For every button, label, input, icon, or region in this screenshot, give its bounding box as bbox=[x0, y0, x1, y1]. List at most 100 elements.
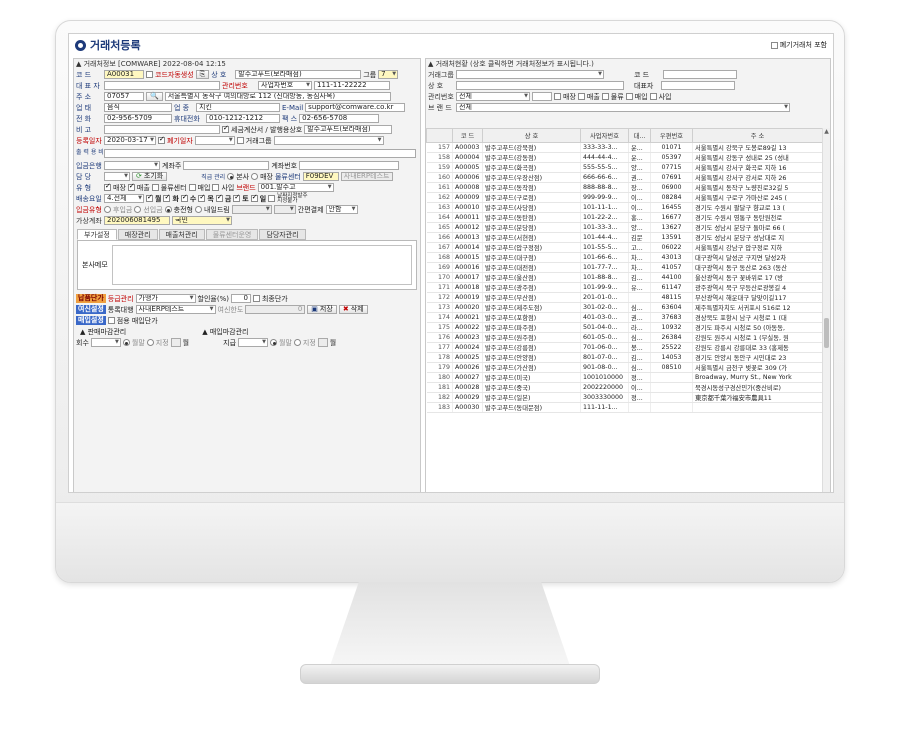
day-check-sat[interactable] bbox=[233, 193, 241, 202]
table-cell[interactable]: 발주고푸드(포항점) bbox=[482, 312, 581, 323]
closedate-checkbox[interactable] bbox=[158, 135, 165, 144]
column-header[interactable]: 대... bbox=[628, 128, 651, 143]
group2-checkbox[interactable] bbox=[236, 137, 244, 144]
table-row[interactable]: 173 A00020 발주고푸드(제주도점) 301-02-0... 심... 63604… bbox=[426, 302, 823, 313]
filter-name-input[interactable] bbox=[456, 81, 624, 90]
filter-group-select[interactable] bbox=[456, 70, 604, 79]
code-input[interactable]: A00031 bbox=[104, 70, 144, 79]
day-select[interactable]: 4.전체 bbox=[104, 194, 144, 203]
table-row[interactable]: 160 A00006 발주고푸드(우장산점) 666-66-6... 권... 07691… bbox=[426, 172, 823, 183]
column-header[interactable]: 상 호 bbox=[482, 128, 581, 143]
column-header[interactable]: 코 드 bbox=[452, 128, 483, 143]
table-cell[interactable]: 발주고푸드(구로점) bbox=[482, 192, 581, 203]
table-cell[interactable]: 발주고푸드(동작점) bbox=[482, 182, 581, 193]
filter-code-input[interactable] bbox=[663, 70, 738, 79]
day-check-sun[interactable] bbox=[250, 193, 258, 202]
table-row[interactable]: 165 A00012 발주고푸드(분당점) 101-33-3... 양... 13627 경… bbox=[426, 222, 823, 233]
closedate-input[interactable] bbox=[194, 136, 235, 145]
center-name-input[interactable]: 사내ERP테스트 bbox=[340, 172, 393, 181]
memo-textarea[interactable] bbox=[111, 245, 412, 285]
table-cell[interactable]: 발주고푸드(서현점) bbox=[482, 232, 581, 243]
filter-check-store[interactable] bbox=[554, 93, 561, 100]
filter-mgmt-input[interactable] bbox=[532, 92, 552, 101]
save-button[interactable]: ▣ 저장 bbox=[307, 305, 337, 314]
account-no-input[interactable] bbox=[299, 161, 400, 170]
sale-radio-day[interactable] bbox=[146, 339, 154, 346]
tab-contact[interactable]: 담당자관리 bbox=[259, 229, 306, 240]
pay-radio-tomorrow[interactable] bbox=[194, 206, 202, 213]
table-row[interactable]: 180 A00027 발주고푸드(미국) 1001010000 정... Broadway… bbox=[426, 372, 823, 383]
scrollbar-thumb[interactable] bbox=[824, 318, 829, 348]
table-row[interactable]: 181 A00028 발주고푸드(중국) 2002220000 이... 북경시동성구경산… bbox=[426, 382, 823, 393]
table-cell[interactable]: 발주고푸드(파주점) bbox=[482, 322, 581, 333]
table-row[interactable]: 171 A00018 발주고푸드(광주점) 101-99-9... 유... 61147 광… bbox=[426, 282, 823, 293]
ceo-input[interactable] bbox=[104, 81, 220, 90]
pay-radio-pre[interactable] bbox=[134, 206, 142, 213]
table-cell[interactable]: 발주고푸드(일본) bbox=[482, 392, 581, 403]
table-row[interactable]: 172 A00019 발주고푸드(부산점) 201-01-0... 48115 부산광역시… bbox=[426, 292, 823, 303]
tab-center[interactable]: 물류센터운영 bbox=[205, 229, 259, 240]
vacct-input[interactable]: 202006081495 bbox=[104, 216, 170, 225]
day-check-wed[interactable] bbox=[180, 193, 188, 202]
table-cell[interactable]: 발주고푸드(강북점) bbox=[482, 142, 581, 153]
column-header[interactable]: 주 소 bbox=[692, 128, 823, 143]
filter-check-center[interactable] bbox=[601, 93, 609, 100]
table-cell[interactable]: 발주고푸드(원주점) bbox=[482, 332, 581, 343]
chevron-up-icon[interactable]: ▲ bbox=[823, 128, 830, 135]
name-input[interactable]: 발주고푸드(보라매점) bbox=[235, 70, 362, 79]
table-cell[interactable]: 발주고푸드(압구정점) bbox=[482, 242, 581, 253]
address-input[interactable]: 서울특별시 동작구 여의대방로 112 (신대방동, 동심사옥) bbox=[164, 92, 391, 101]
sale-cnt-select[interactable] bbox=[90, 338, 121, 347]
lastprice-checkbox[interactable] bbox=[252, 295, 260, 302]
filter-mgmt-select[interactable]: 전체 bbox=[456, 92, 530, 101]
table-row[interactable]: 170 A00017 발주고푸드(울산점) 101-88-8... 김... 44100 울… bbox=[426, 272, 823, 283]
type-check-buy[interactable] bbox=[188, 184, 196, 191]
table-cell[interactable]: 발주고푸드(가산점) bbox=[482, 362, 581, 373]
type-check-purchase[interactable] bbox=[212, 184, 220, 191]
type-check-store[interactable] bbox=[104, 182, 111, 191]
buy-day-input[interactable] bbox=[317, 338, 328, 347]
filter-check-sales[interactable] bbox=[577, 93, 585, 100]
grade-select[interactable]: 7 bbox=[378, 70, 399, 79]
table-cell[interactable]: 발주고푸드(동탄점) bbox=[482, 212, 581, 223]
mobile-input[interactable]: 010-1212-1212 bbox=[206, 114, 280, 123]
rel-radio-hq[interactable] bbox=[227, 173, 235, 180]
table-row[interactable]: 177 A00024 발주고푸드(강릉점) 701-06-0... 봉... 25522 강… bbox=[426, 342, 823, 353]
table-cell[interactable]: 발주고푸드(중국) bbox=[482, 382, 581, 393]
scrollbar[interactable]: ▲ bbox=[822, 128, 830, 492]
table-cell[interactable]: 발주고푸드(울산점) bbox=[482, 272, 581, 283]
bank-select[interactable] bbox=[104, 161, 160, 170]
checkbox-icon[interactable] bbox=[770, 41, 778, 49]
pay-tail-select[interactable]: 안함 bbox=[325, 205, 358, 214]
rel-radio-store[interactable] bbox=[251, 173, 259, 180]
closed-include-checkbox[interactable]: 폐기거래처 포함 bbox=[770, 40, 827, 50]
column-header[interactable]: 우편번호 bbox=[650, 128, 693, 143]
column-header[interactable]: 사업자번호 bbox=[580, 128, 629, 143]
table-cell[interactable]: 발주고푸드(대전점) bbox=[482, 262, 581, 273]
filter-brand-select[interactable]: 전체 bbox=[456, 103, 790, 112]
filter-ceo-input[interactable] bbox=[661, 81, 736, 90]
bizno-type-select[interactable]: 사업자번호 bbox=[258, 81, 312, 90]
filter-check-purchase[interactable] bbox=[649, 93, 657, 100]
tax-name-input[interactable]: 발주고푸드(보라매점) bbox=[304, 125, 393, 134]
vacct-bank-select[interactable]: 국민 bbox=[172, 216, 232, 225]
fax-input[interactable]: 02-656-5708 bbox=[299, 114, 380, 123]
bizitem-input[interactable]: 치킨 bbox=[196, 103, 280, 112]
table-cell[interactable]: 발주고푸드(강동점) bbox=[482, 152, 581, 163]
type-check-sales[interactable] bbox=[127, 182, 135, 191]
table-cell[interactable]: 발주고푸드(강릉점) bbox=[482, 342, 581, 353]
buy-radio-month[interactable] bbox=[270, 339, 278, 346]
sale-radio-month[interactable] bbox=[122, 339, 130, 346]
autogen-checkbox[interactable] bbox=[146, 71, 153, 78]
sale-day-input[interactable] bbox=[170, 338, 181, 347]
table-cell[interactable]: 발주고푸드(제주도점) bbox=[482, 302, 581, 313]
table-row[interactable]: 162 A00009 발주고푸드(구로점) 999-99-9... 이... 08284 서… bbox=[426, 192, 823, 203]
table-cell[interactable]: 발주고푸드(안양점) bbox=[482, 352, 581, 363]
regdate-input[interactable]: 2020-03-17 bbox=[104, 136, 156, 145]
table-row[interactable]: 176 A00023 발주고푸드(원주점) 601-05-0... 심... 26384 강… bbox=[426, 332, 823, 343]
tab-store[interactable]: 매장관리 bbox=[117, 229, 158, 240]
table-cell[interactable]: 발주고푸드(미국) bbox=[482, 372, 581, 383]
table-cell[interactable]: 발주고푸드(화곡점) bbox=[482, 162, 581, 173]
credit-select[interactable]: 사내ERP테스트 bbox=[135, 305, 216, 314]
table-row[interactable]: 183 A00030 발주고푸드(동대문점) 111-11-1... bbox=[426, 402, 823, 413]
